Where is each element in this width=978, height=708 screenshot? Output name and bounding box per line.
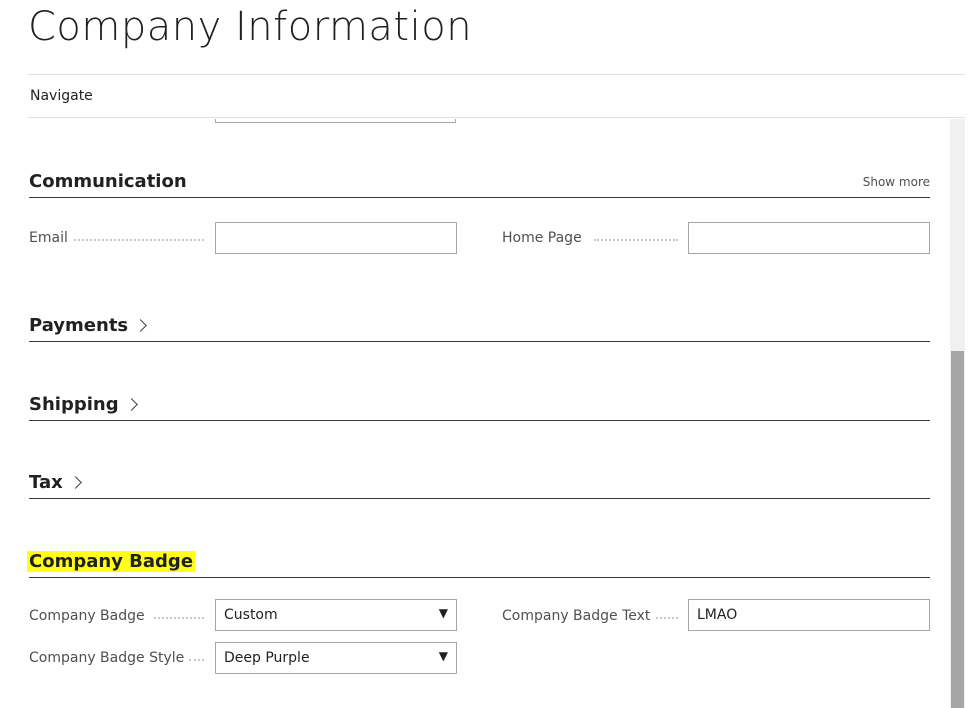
company-badge-select[interactable]: Custom ▼ xyxy=(215,599,457,631)
email-field[interactable] xyxy=(215,222,457,254)
company-badge-style-value: Deep Purple xyxy=(224,650,310,666)
communication-section-header[interactable]: Communication Show more xyxy=(29,171,930,198)
chevron-right-icon xyxy=(125,398,138,411)
company-badge-text-leader-dots xyxy=(656,617,678,619)
chevron-right-icon xyxy=(69,476,82,489)
company-badge-style-leader-dots xyxy=(189,659,204,661)
content-scroll-area: Communication Show more Email Home Page … xyxy=(0,119,950,708)
email-label: Email xyxy=(29,230,68,246)
page-title: Company Information xyxy=(28,4,473,50)
payments-title-text: Payments xyxy=(29,315,129,336)
company-badge-value: Custom xyxy=(224,607,278,623)
chevron-down-icon: ▼ xyxy=(438,606,448,620)
payments-section-title: Payments xyxy=(29,315,148,336)
company-badge-section-title: Company Badge xyxy=(27,551,196,572)
chevron-right-icon xyxy=(134,319,148,332)
navigate-menu[interactable]: Navigate xyxy=(30,88,93,104)
tax-section-header[interactable]: Tax xyxy=(29,472,930,499)
communication-section-title: Communication xyxy=(29,171,187,192)
homepage-label: Home Page xyxy=(502,230,582,246)
company-badge-leader-dots xyxy=(154,617,204,619)
shipping-title-text: Shipping xyxy=(29,394,119,415)
shipping-section-header[interactable]: Shipping xyxy=(29,394,930,421)
scrollbar-thumb[interactable] xyxy=(951,351,964,708)
homepage-leader-dots xyxy=(594,239,678,241)
company-badge-text-label: Company Badge Text xyxy=(502,608,651,624)
company-badge-title-highlight: Company Badge xyxy=(27,551,196,572)
company-badge-style-label: Company Badge Style xyxy=(29,650,185,666)
navigate-bar: Navigate xyxy=(28,74,965,118)
chevron-down-icon: ▼ xyxy=(438,649,448,663)
shipping-section-title: Shipping xyxy=(29,394,138,415)
company-badge-label: Company Badge xyxy=(29,608,145,624)
payments-section-header[interactable]: Payments xyxy=(29,315,930,342)
show-more-link[interactable]: Show more xyxy=(863,175,930,189)
company-badge-style-select[interactable]: Deep Purple ▼ xyxy=(215,642,457,674)
vertical-scrollbar[interactable] xyxy=(950,119,965,708)
partial-input-field[interactable] xyxy=(215,119,456,123)
email-leader-dots xyxy=(74,239,204,241)
homepage-field[interactable] xyxy=(688,222,930,254)
tax-section-title: Tax xyxy=(29,472,82,493)
company-badge-section-header[interactable]: Company Badge xyxy=(27,551,930,578)
company-badge-text-field[interactable] xyxy=(688,599,930,631)
tax-title-text: Tax xyxy=(29,472,63,493)
